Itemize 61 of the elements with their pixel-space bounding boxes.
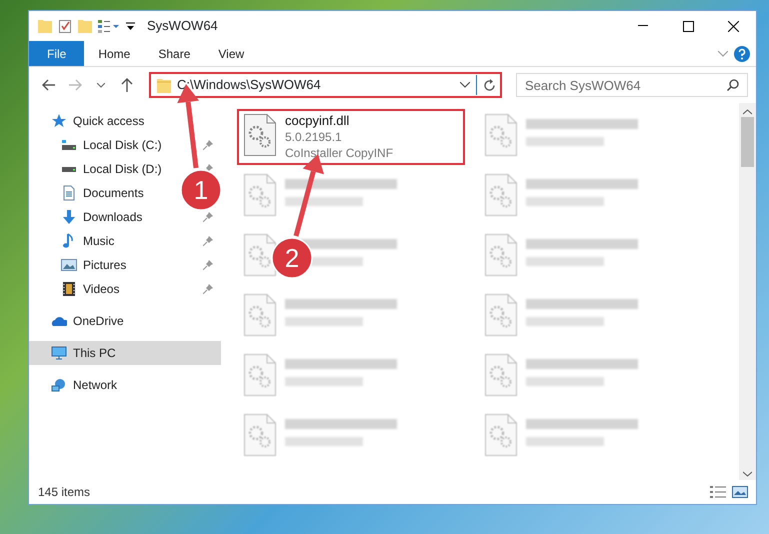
pin-icon[interactable] bbox=[203, 260, 213, 270]
star-icon bbox=[51, 113, 67, 129]
sidebar-item[interactable]: OneDrive bbox=[29, 309, 132, 333]
chevron-down-icon[interactable] bbox=[97, 82, 105, 88]
scrollbar-thumb[interactable] bbox=[741, 117, 754, 167]
ribbon-tab[interactable]: Home bbox=[84, 41, 144, 66]
vertical-scrollbar[interactable] bbox=[739, 103, 756, 480]
up-arrow-icon[interactable] bbox=[121, 78, 133, 92]
pin-icon[interactable] bbox=[203, 140, 213, 150]
ribbon-tab[interactable]: View bbox=[204, 41, 258, 66]
drive-icon bbox=[61, 137, 77, 153]
expand-ribbon-icon[interactable] bbox=[718, 50, 728, 56]
dll-file-icon[interactable] bbox=[243, 233, 277, 277]
view-options-icon[interactable] bbox=[98, 19, 120, 33]
sidebar-item[interactable]: Videos bbox=[29, 277, 221, 301]
monitor-icon bbox=[51, 345, 67, 361]
search-field[interactable]: Search SysWOW64 bbox=[516, 73, 748, 97]
sidebar-item[interactable]: Network bbox=[29, 373, 126, 397]
sidebar-item[interactable]: This PC bbox=[29, 341, 221, 365]
download-arrow-icon bbox=[61, 209, 77, 225]
file-menu-button[interactable]: File bbox=[29, 41, 84, 66]
dll-file-icon bbox=[243, 113, 277, 157]
scroll-up-icon[interactable] bbox=[743, 109, 752, 115]
callout-marker: 1 bbox=[180, 169, 222, 211]
film-icon bbox=[61, 281, 77, 297]
large-icons-view-icon[interactable] bbox=[732, 485, 748, 499]
pin-icon[interactable] bbox=[203, 284, 213, 294]
sidebar-item[interactable]: Quick access bbox=[29, 109, 152, 133]
sidebar-item[interactable]: Music bbox=[29, 229, 221, 253]
network-icon bbox=[51, 377, 67, 393]
file-detail: 5.0.2195.1 bbox=[285, 129, 343, 145]
pin-icon[interactable] bbox=[203, 236, 213, 246]
document-icon bbox=[61, 185, 77, 201]
file-name: cocpyinf.dll bbox=[285, 113, 350, 129]
details-view-icon[interactable] bbox=[710, 485, 726, 499]
sidebar-item[interactable]: Documents bbox=[29, 181, 152, 205]
help-icon[interactable] bbox=[734, 46, 750, 62]
picture-icon bbox=[61, 257, 77, 273]
folder-icon bbox=[157, 77, 171, 93]
callout-marker: 2 bbox=[271, 237, 313, 279]
address-path: C:\Windows\SysWOW64 bbox=[177, 76, 322, 94]
window-title: SysWOW64 bbox=[147, 17, 218, 36]
minimize-icon[interactable] bbox=[638, 25, 649, 27]
close-icon[interactable] bbox=[728, 20, 739, 32]
item-count: 145 items bbox=[38, 484, 90, 501]
back-arrow-icon[interactable] bbox=[42, 79, 56, 91]
pin-icon[interactable] bbox=[203, 212, 213, 222]
search-icon bbox=[727, 79, 739, 91]
scroll-down-icon[interactable] bbox=[743, 471, 752, 477]
address-bar[interactable]: C:\Windows\SysWOW64 bbox=[149, 72, 502, 98]
customize-icon[interactable] bbox=[126, 21, 135, 31]
ribbon-tab[interactable]: Share bbox=[144, 41, 204, 66]
sidebar-item[interactable]: Pictures bbox=[29, 253, 221, 277]
file-item[interactable]: cocpyinf.dll 5.0.2195.1 CoInstaller CopyINF bbox=[237, 109, 465, 165]
sidebar-item[interactable]: Local Disk (C:) bbox=[29, 133, 221, 157]
file-detail: CoInstaller CopyINF bbox=[285, 145, 394, 161]
refresh-icon[interactable] bbox=[483, 78, 496, 92]
dropdown-icon[interactable] bbox=[460, 82, 470, 88]
maximize-icon[interactable] bbox=[683, 20, 694, 32]
properties-icon[interactable] bbox=[58, 19, 72, 33]
drive-icon bbox=[61, 166, 77, 172]
